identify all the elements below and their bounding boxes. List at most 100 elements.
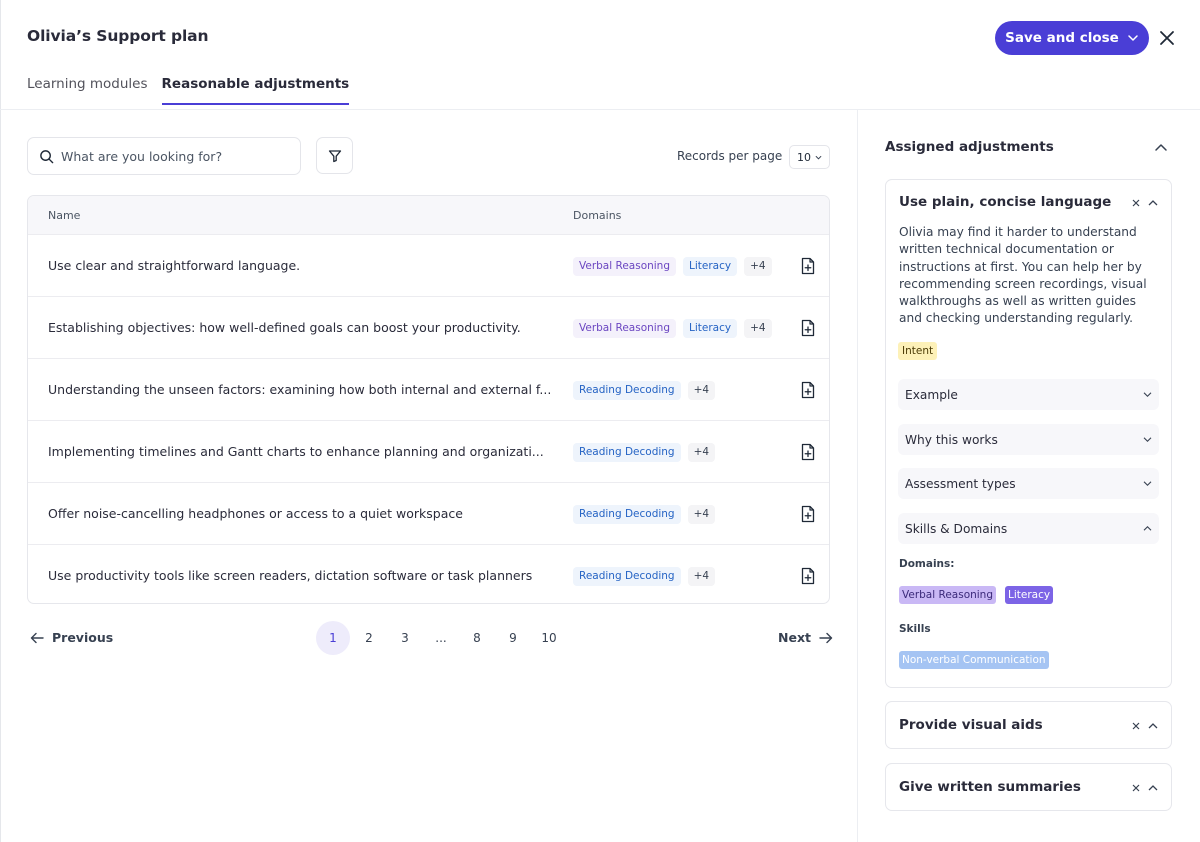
previous-page-button[interactable]: Previous: [30, 630, 113, 645]
tab-reasonable-adjustments[interactable]: Reasonable adjustments: [161, 76, 350, 105]
next-page-button[interactable]: Next: [778, 630, 833, 645]
adjustment-card-title: Give written summaries: [899, 779, 1081, 795]
row-name: Establishing objectives: how well-define…: [48, 320, 521, 335]
pagination: 1 2 3... 8 9 10: [316, 621, 568, 655]
document-add-icon[interactable]: [800, 319, 816, 337]
page-10-button[interactable]: 10: [532, 621, 566, 655]
adjustment-description: Olivia may find it harder to understand …: [899, 225, 1147, 326]
save-button-label: Save and close: [1005, 30, 1119, 46]
page-8-button[interactable]: 8: [460, 621, 494, 655]
records-per-page-select[interactable]: 10: [789, 145, 830, 169]
close-icon: [1132, 722, 1140, 730]
chevron-up-icon: [1148, 723, 1158, 729]
assigned-adjustments-title: Assigned adjustments: [885, 139, 1054, 155]
table-row[interactable]: Offer noise-cancelling headphones or acc…: [28, 482, 829, 544]
document-add-icon[interactable]: [800, 257, 816, 275]
domain-tag: Verbal Reasoning: [899, 586, 997, 604]
accordion-label: Assessment types: [905, 476, 1016, 491]
remove-card-button[interactable]: [1132, 199, 1140, 207]
arrow-right-icon: [819, 632, 833, 643]
records-per-page-label: Records per page: [677, 149, 783, 163]
page-1-button[interactable]: 1: [316, 621, 350, 655]
domain-chip: Reading Decoding: [573, 381, 681, 400]
skill-tag: Non-verbal Communication: [899, 651, 1049, 669]
page-title: Olivia’s Support plan: [27, 27, 209, 45]
row-name: Understanding the unseen factors: examin…: [48, 382, 552, 397]
skills-label: Skills: [899, 623, 931, 635]
adjustment-card-collapsed[interactable]: Give written summaries: [885, 763, 1172, 811]
domain-tag: Literacy: [1005, 586, 1054, 604]
domain-chip: Reading Decoding: [573, 443, 681, 462]
table-row[interactable]: Implementing timelines and Gantt charts …: [28, 420, 829, 482]
domain-chip: Verbal Reasoning: [573, 257, 677, 276]
row-name: Use clear and straightforward language.: [48, 258, 301, 273]
panel-divider: [857, 110, 858, 842]
document-add-icon[interactable]: [800, 443, 816, 461]
domain-chips: Reading Decoding +4: [573, 567, 716, 586]
tab-learning-modules[interactable]: Learning modules: [27, 76, 148, 105]
page-9-button[interactable]: 9: [496, 621, 530, 655]
domain-chip: +4: [687, 443, 716, 462]
search-icon: [40, 149, 54, 163]
card-actions: [1132, 199, 1158, 207]
close-icon: [1160, 31, 1174, 45]
adjustments-table: Name Domains Use clear and straightforwa…: [27, 195, 830, 604]
chevron-up-icon: [1143, 525, 1152, 531]
close-button[interactable]: [1156, 27, 1178, 49]
accordion-label: Skills & Domains: [905, 521, 1008, 536]
adjustment-card-collapsed[interactable]: Provide visual aids: [885, 701, 1172, 749]
table-row[interactable]: Establishing objectives: how well-define…: [28, 296, 829, 358]
domain-chip: +4: [687, 567, 716, 586]
domain-chip: Reading Decoding: [573, 505, 681, 524]
remove-card-button[interactable]: [1132, 784, 1140, 792]
chevron-down-icon: [815, 155, 822, 160]
table-header: Name Domains: [28, 196, 829, 234]
domain-chips: Verbal Reasoning Literacy +4: [573, 319, 772, 338]
document-add-icon[interactable]: [800, 381, 816, 399]
close-icon: [1132, 199, 1140, 207]
search-box[interactable]: [27, 137, 301, 175]
column-header-name: Name: [48, 209, 81, 222]
column-header-domains: Domains: [573, 209, 622, 222]
domain-chips: Verbal Reasoning Literacy +4: [573, 257, 772, 276]
domain-chip: +4: [744, 257, 772, 276]
page-2-button[interactable]: 2: [352, 621, 386, 655]
domain-chip: +4: [687, 381, 716, 400]
intent-tag: Intent: [898, 342, 938, 360]
expand-card-button[interactable]: [1148, 784, 1158, 792]
row-name: Use productivity tools like screen reade…: [48, 568, 533, 583]
adjustment-card-title: Use plain, concise language: [899, 194, 1112, 210]
domain-chip: +4: [744, 319, 772, 338]
page-3-button[interactable]: 3: [388, 621, 422, 655]
document-add-icon[interactable]: [800, 505, 816, 523]
accordion-assessment-types[interactable]: Assessment types: [898, 468, 1159, 499]
chevron-down-icon: [1143, 481, 1152, 487]
row-name: Implementing timelines and Gantt charts …: [48, 444, 544, 459]
table-row[interactable]: Use productivity tools like screen reade…: [28, 544, 829, 603]
adjustment-card-title: Provide visual aids: [899, 717, 1043, 733]
search-input[interactable]: [61, 148, 281, 164]
save-and-close-button[interactable]: Save and close: [995, 21, 1149, 55]
chevron-up-icon[interactable]: [1153, 140, 1169, 156]
filter-button[interactable]: [316, 137, 353, 174]
document-add-icon[interactable]: [800, 567, 816, 585]
domain-chip: Literacy: [683, 257, 738, 276]
accordion-example[interactable]: Example: [898, 379, 1159, 410]
arrow-left-icon: [30, 632, 44, 643]
domains-label: Domains:: [899, 558, 955, 570]
close-icon: [1132, 784, 1140, 792]
expand-card-button[interactable]: [1148, 722, 1158, 730]
remove-card-button[interactable]: [1132, 722, 1140, 730]
domain-chips: Reading Decoding +4: [573, 443, 716, 462]
filter-icon: [328, 149, 341, 162]
chevron-down-icon: [1128, 35, 1138, 41]
table-row[interactable]: Use clear and straightforward language. …: [28, 234, 829, 296]
table-row[interactable]: Understanding the unseen factors: examin…: [28, 358, 829, 420]
accordion-skills-domains[interactable]: Skills & Domains: [898, 513, 1159, 544]
accordion-why-this-works[interactable]: Why this works: [898, 424, 1159, 455]
domain-chips: Reading Decoding +4: [573, 381, 716, 400]
collapse-card-button[interactable]: [1148, 199, 1158, 207]
domain-chip: Verbal Reasoning: [573, 319, 677, 338]
chevron-up-icon: [1148, 785, 1158, 791]
domain-chip: +4: [687, 505, 716, 524]
